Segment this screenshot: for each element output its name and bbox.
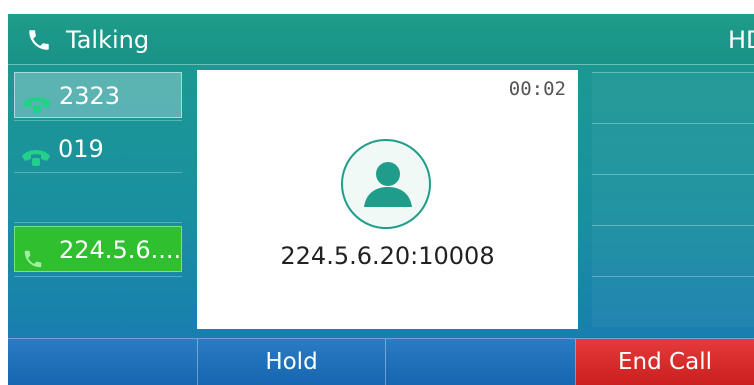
end-call-button[interactable]: End Call <box>576 339 754 385</box>
line-key-label: 224.5.6.... <box>59 236 182 264</box>
line-key-019[interactable]: 019 <box>14 126 182 172</box>
line-key-empty[interactable] <box>592 123 754 174</box>
softkey-1[interactable] <box>8 339 198 385</box>
hold-button[interactable]: Hold <box>198 339 386 385</box>
line-key-2323[interactable]: 2323 <box>14 72 182 118</box>
divider <box>14 276 182 277</box>
line-key-empty[interactable] <box>592 225 754 276</box>
phone-handset-icon <box>20 138 52 166</box>
status-bar: Talking HD <box>8 14 754 65</box>
contact-avatar-icon <box>341 139 431 229</box>
divider <box>14 120 182 121</box>
line-key-label: 019 <box>58 135 104 163</box>
phone-handset-icon <box>26 27 52 53</box>
softkey-3[interactable] <box>386 339 576 385</box>
line-key-empty[interactable] <box>592 276 754 327</box>
call-state-title: Talking <box>66 26 150 54</box>
active-call-icon <box>21 239 53 268</box>
line-key-label: 2323 <box>59 82 121 110</box>
remote-number: 224.5.6.20:10008 <box>280 242 495 270</box>
softkey-bar: Hold End Call <box>8 338 754 385</box>
divider <box>14 222 182 223</box>
line-key-active-call[interactable]: 224.5.6.... <box>14 226 182 272</box>
call-info-card: 00:02 224.5.6.20:10008 <box>197 70 578 329</box>
phone-handset-icon <box>21 85 53 113</box>
divider <box>14 172 182 173</box>
right-line-keys <box>592 72 754 330</box>
hd-badge: HD <box>728 26 754 54</box>
phone-screen: Talking HD 2323 019 224.5.6.... <box>8 14 754 385</box>
call-timer: 00:02 <box>508 78 566 100</box>
line-key-empty[interactable] <box>592 174 754 225</box>
line-key-empty[interactable] <box>592 72 754 123</box>
